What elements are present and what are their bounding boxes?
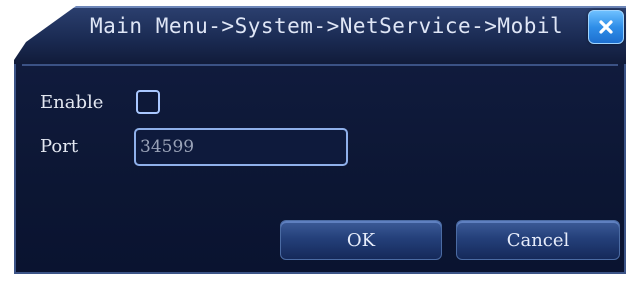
close-button[interactable]: [588, 10, 624, 44]
divider: [22, 64, 618, 66]
ok-button[interactable]: OK: [280, 220, 442, 260]
enable-checkbox[interactable]: [136, 90, 160, 114]
mobile-service-dialog: Main Menu->System->NetService->Mobil Ena…: [0, 0, 640, 282]
port-input[interactable]: [134, 128, 348, 166]
dialog-body: Enable Port OK Cancel: [14, 64, 626, 274]
close-icon: [599, 20, 613, 34]
enable-label: Enable: [40, 92, 104, 113]
cancel-button[interactable]: Cancel: [456, 220, 620, 260]
dialog-title: Main Menu->System->NetService->Mobil: [90, 14, 564, 38]
port-label: Port: [40, 136, 79, 157]
